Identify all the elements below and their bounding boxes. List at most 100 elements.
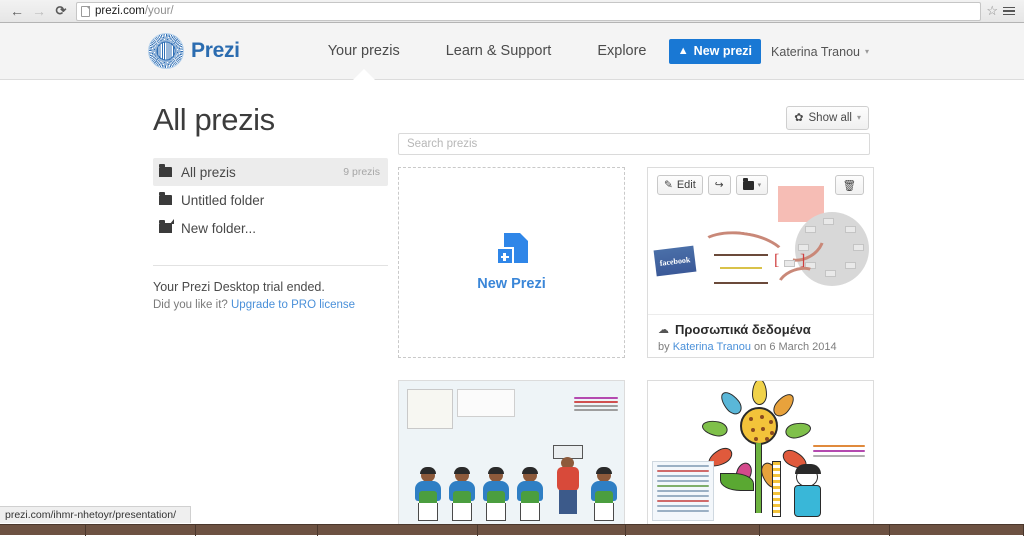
sidebar-item-all-prezis[interactable]: All prezis 9 prezis [153, 158, 388, 186]
status-bar: prezi.com/ihmr-nhetoyr/presentation/ [0, 506, 191, 523]
sidebar-item-label: Untitled folder [181, 193, 264, 208]
prezi-logo-text: Prezi [191, 39, 240, 63]
prezi-logo[interactable]: Prezi [148, 33, 240, 69]
new-prezi-card-label: New Prezi [477, 276, 546, 292]
thumb-text-panel [652, 461, 714, 521]
thumb-flower-center [740, 407, 778, 445]
upgrade-to-pro-link[interactable]: Upgrade to PRO license [231, 299, 355, 311]
prezi-card[interactable] [398, 380, 625, 534]
trial-message: Your Prezi Desktop trial ended. [153, 280, 403, 294]
bookmark-star-icon[interactable]: ☆ [986, 3, 998, 19]
page-body: All prezis ✿ Show all ▾ All prezis 9 pre… [0, 80, 1024, 534]
card-date: 6 March 2014 [769, 341, 836, 353]
share-icon: ↪ [715, 179, 724, 191]
trial-notice: Your Prezi Desktop trial ended. Did you … [153, 280, 403, 311]
header-right-area: ▲ New prezi Katerina Tranou ▾ [669, 23, 869, 80]
edit-button-label: Edit [677, 179, 696, 191]
new-prezi-button[interactable]: ▲ New prezi [669, 39, 761, 64]
edit-button[interactable]: ✎ Edit [657, 175, 703, 195]
desktop-taskbar-strip [0, 524, 1024, 535]
cloud-icon: ☁ [658, 323, 669, 336]
card-toolbar: ✎ Edit ↪ ▾ 🗑 [648, 168, 873, 202]
pencil-icon: ✎ [664, 179, 673, 191]
nav-item-learn-support[interactable]: Learn & Support [446, 43, 552, 59]
thumb-stem [755, 443, 762, 513]
reload-icon[interactable]: ⟳ [50, 1, 72, 21]
new-prezi-card[interactable]: New Prezi [398, 167, 625, 358]
show-all-label: Show all [809, 112, 852, 124]
thumb-text-board [407, 389, 453, 429]
new-prezi-button-icon: ▲ [678, 46, 689, 57]
move-to-folder-button[interactable]: ▾ [736, 175, 769, 195]
new-document-plus-icon [496, 233, 528, 267]
sidebar-divider [153, 265, 388, 266]
folder-icon [159, 195, 172, 205]
chevron-down-icon: ▾ [758, 181, 762, 189]
hamburger-menu-icon[interactable] [1000, 5, 1018, 18]
user-name-label: Katerina Tranou [771, 45, 860, 59]
site-header: Prezi Your prezis Learn & Support Explor… [0, 23, 1024, 80]
new-folder-icon [159, 223, 172, 233]
sidebar-item-label: New folder... [181, 221, 256, 236]
gear-icon: ✿ [794, 111, 803, 124]
main-navigation: Your prezis Learn & Support Explore [328, 43, 647, 59]
card-title: Προσωπικά δεδομένα [675, 322, 811, 337]
folder-icon [159, 167, 172, 177]
chrome-right-controls: ☆ [986, 3, 1018, 19]
prezi-card-grid: New Prezi ✎ Edit ↪ ▾ [398, 167, 874, 534]
card-by-prefix: by [658, 341, 670, 353]
thumb-child-body [794, 485, 821, 517]
thumb-text-board-2 [457, 389, 515, 417]
chevron-down-icon: ▾ [857, 113, 861, 122]
prezi-thumbnail-sunflower[interactable] [648, 381, 873, 527]
url-path: /your/ [145, 5, 174, 17]
sidebar-item-new-folder[interactable]: New folder... [153, 214, 388, 242]
card-author-link[interactable]: Katerina Tranou [673, 341, 751, 353]
folder-icon [743, 181, 754, 190]
page-document-icon [81, 6, 90, 17]
search-input[interactable] [398, 133, 870, 155]
browser-chrome: ← → ⟳ prezi.com/your/ ☆ [0, 0, 1024, 23]
sidebar-item-untitled-folder[interactable]: Untitled folder [153, 186, 388, 214]
prezi-sunburst-icon [148, 33, 184, 69]
sidebar-item-label: All prezis [181, 165, 236, 180]
new-prezi-button-label: New prezi [694, 44, 752, 58]
show-all-button[interactable]: ✿ Show all ▾ [786, 106, 869, 130]
thumb-child-head [796, 467, 818, 487]
thumb-facebook-logo: facebook [654, 246, 697, 277]
thumb-side-note [574, 397, 618, 413]
url-domain: prezi.com [95, 5, 145, 17]
thumb-student [481, 469, 511, 521]
prezi-card[interactable]: ✎ Edit ↪ ▾ 🗑 [647, 167, 874, 358]
folder-sidebar: All prezis 9 prezis Untitled folder New … [153, 158, 388, 242]
sidebar-item-count: 9 prezis [343, 166, 380, 178]
delete-button[interactable]: 🗑 [835, 175, 864, 195]
thumb-student [589, 469, 619, 521]
chevron-down-icon: ▾ [865, 47, 869, 56]
page-title: All prezis [153, 102, 275, 138]
card-title-row: ☁ Προσωπικά δεδομένα [658, 322, 863, 337]
thumb-student [447, 469, 477, 521]
prezi-thumbnail-mindmap[interactable]: ✎ Edit ↪ ▾ 🗑 [648, 168, 873, 314]
nav-item-your-prezis[interactable]: Your prezis [328, 43, 400, 59]
thumb-student [413, 469, 443, 521]
forward-arrow-icon: → [28, 1, 50, 21]
user-menu[interactable]: Katerina Tranou ▾ [771, 45, 869, 59]
thumb-ladder [772, 461, 781, 517]
trial-question: Did you like it? [153, 299, 228, 311]
thumb-student [515, 469, 545, 521]
thumb-standing-person [551, 447, 585, 521]
thumb-side-text [813, 445, 865, 460]
trash-icon: 🗑 [843, 179, 856, 192]
card-meta: by Katerina Tranou on 6 March 2014 [658, 341, 863, 353]
address-bar[interactable]: prezi.com/your/ [76, 2, 981, 21]
prezi-card[interactable] [647, 380, 874, 534]
thumb-leaf [720, 473, 754, 491]
card-caption: ☁ Προσωπικά δεδομένα by Katerina Tranou … [648, 314, 873, 357]
prezi-thumbnail-classroom[interactable] [399, 381, 624, 527]
nav-item-explore[interactable]: Explore [597, 43, 646, 59]
card-on-prefix: on [754, 341, 766, 353]
share-button[interactable]: ↪ [708, 175, 731, 195]
trial-upgrade-line: Did you like it? Upgrade to PRO license [153, 299, 403, 311]
back-arrow-icon[interactable]: ← [6, 1, 28, 21]
